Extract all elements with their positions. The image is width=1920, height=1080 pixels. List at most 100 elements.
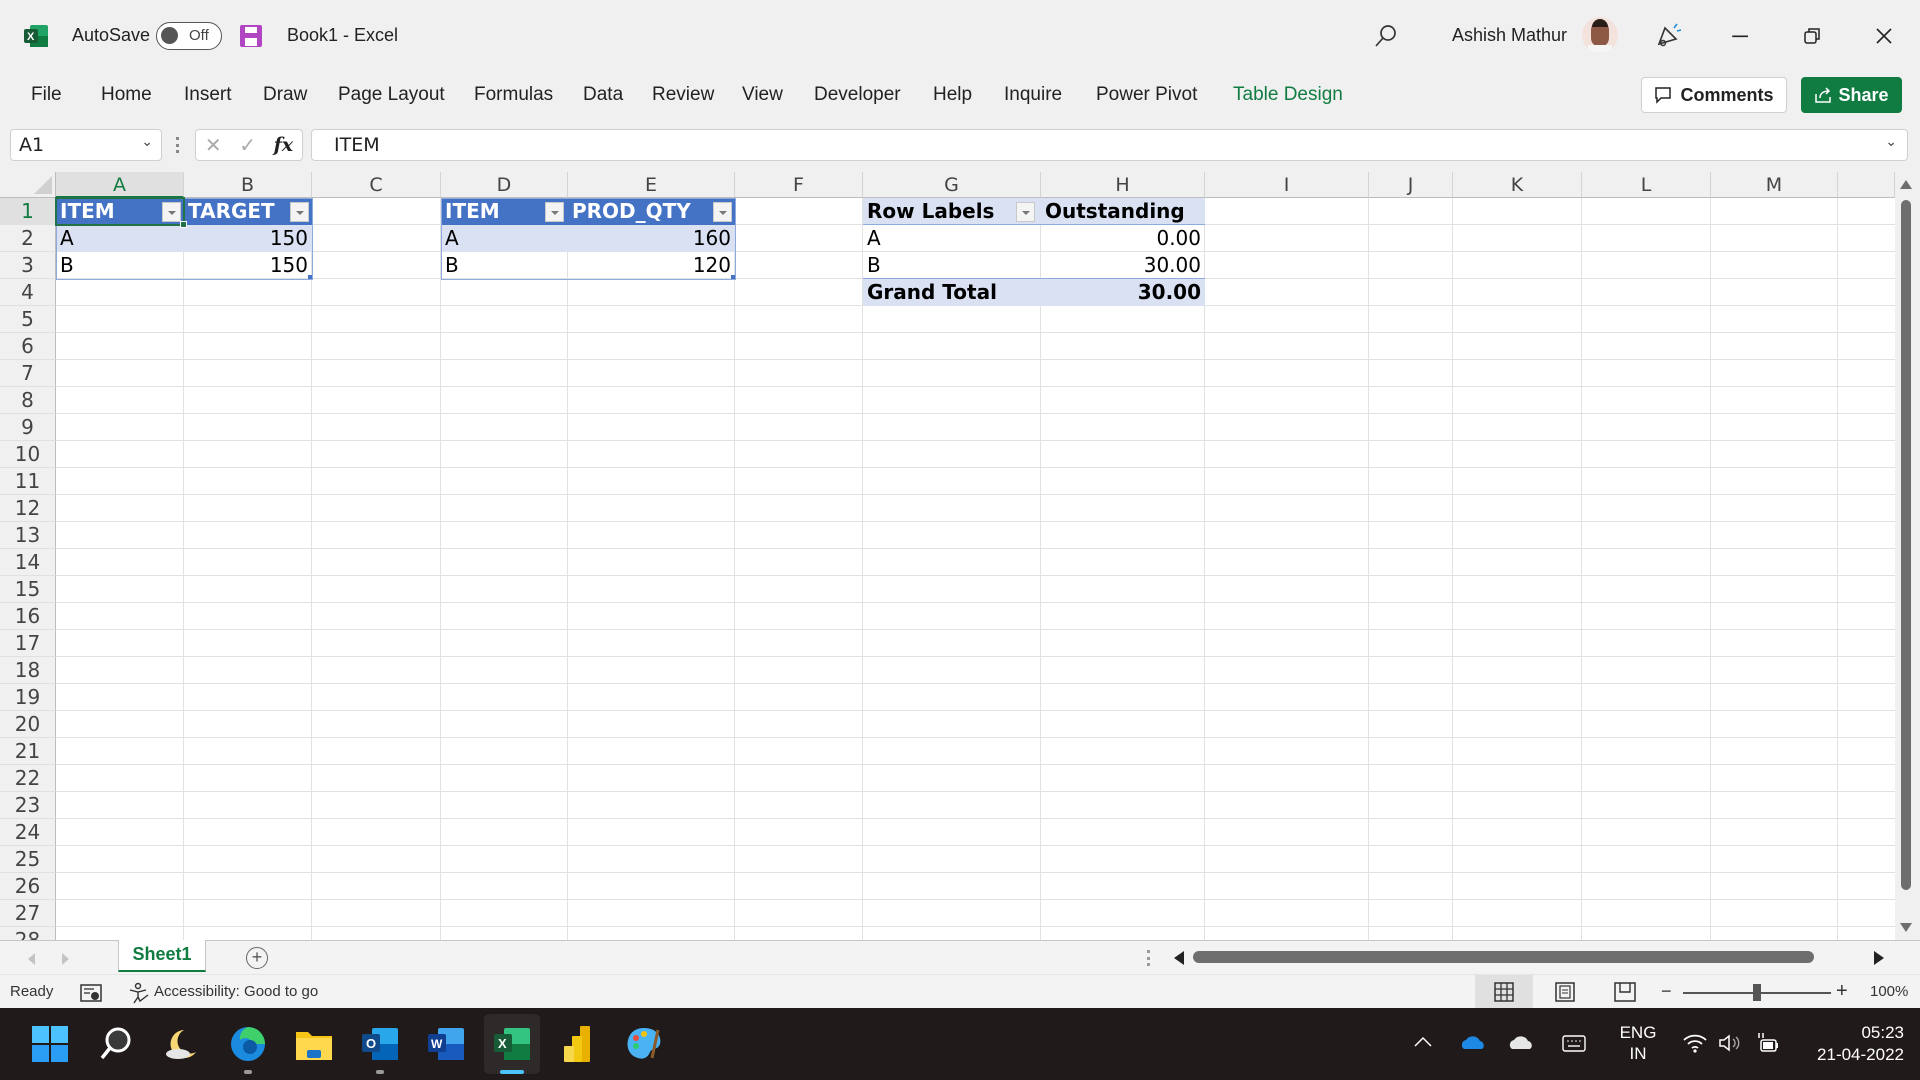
pivot-value[interactable]: 30.00 — [1041, 252, 1205, 279]
cancel-icon[interactable]: ✕ — [205, 133, 222, 158]
row-header-14[interactable]: 14 — [0, 549, 56, 576]
vertical-scrollbar[interactable] — [1895, 172, 1920, 940]
prev-sheet-icon[interactable] — [28, 953, 35, 965]
column-header-c[interactable]: C — [312, 172, 441, 198]
restore-button[interactable] — [1789, 14, 1835, 58]
tab-help[interactable]: Help — [933, 84, 972, 106]
row-header-8[interactable]: 8 — [0, 387, 56, 414]
tab-view[interactable]: View — [742, 84, 783, 106]
row-header-4[interactable]: 4 — [0, 279, 56, 306]
tab-page-layout[interactable]: Page Layout — [338, 84, 445, 106]
tab-formulas[interactable]: Formulas — [474, 84, 553, 106]
column-header-g[interactable]: G — [863, 172, 1041, 198]
save-icon[interactable] — [239, 24, 263, 48]
row-header-19[interactable]: 19 — [0, 684, 56, 711]
row-header-9[interactable]: 9 — [0, 414, 56, 441]
start-icon[interactable] — [30, 1024, 70, 1064]
pivot-grand-total-value[interactable]: 30.00 — [1041, 279, 1205, 306]
scroll-down-icon[interactable] — [1900, 923, 1912, 932]
show-hidden-icons-icon[interactable] — [1414, 1036, 1432, 1048]
row-header-28[interactable]: 28 — [0, 927, 56, 940]
row-header-10[interactable]: 10 — [0, 441, 56, 468]
enter-icon[interactable]: ✓ — [239, 133, 256, 158]
chevron-down-icon[interactable]: ⌄ — [141, 134, 153, 150]
tab-data[interactable]: Data — [583, 84, 623, 106]
column-header-n[interactable] — [1838, 172, 1895, 198]
tab-home[interactable]: Home — [101, 84, 152, 106]
filter-dropdown-icon[interactable] — [713, 202, 732, 222]
tab-draw[interactable]: Draw — [263, 84, 307, 106]
row-header-18[interactable]: 18 — [0, 657, 56, 684]
column-header-f[interactable]: F — [735, 172, 863, 198]
file-explorer-icon[interactable] — [294, 1024, 334, 1064]
table2-header-prod-qty[interactable]: PROD_QTY — [568, 198, 735, 225]
row-header-12[interactable]: 12 — [0, 495, 56, 522]
row-header-5[interactable]: 5 — [0, 306, 56, 333]
column-header-a[interactable]: A — [56, 172, 184, 198]
pivot-value[interactable]: 0.00 — [1041, 225, 1205, 252]
row-header-24[interactable]: 24 — [0, 819, 56, 846]
tab-inquire[interactable]: Inquire — [1004, 84, 1062, 106]
tab-table-design[interactable]: Table Design — [1233, 84, 1343, 106]
table2-cell[interactable]: 120 — [568, 252, 735, 279]
tab-file[interactable]: File — [31, 84, 62, 106]
name-box[interactable]: A1 ⌄ — [10, 129, 162, 161]
table-resize-handle[interactable] — [731, 275, 735, 279]
column-header-e[interactable]: E — [568, 172, 735, 198]
next-sheet-icon[interactable] — [62, 953, 69, 965]
row-header-11[interactable]: 11 — [0, 468, 56, 495]
table-resize-handle[interactable] — [308, 275, 312, 279]
row-header-2[interactable]: 2 — [0, 225, 56, 252]
expand-formula-bar-icon[interactable]: ⌄ — [1885, 134, 1897, 150]
share-button[interactable]: Share — [1801, 77, 1902, 113]
table1-cell[interactable]: B — [56, 252, 184, 279]
volume-icon[interactable] — [1718, 1033, 1744, 1053]
search-icon[interactable] — [96, 1024, 136, 1064]
sheet-tab-sheet1[interactable]: Sheet1 — [118, 940, 206, 972]
wifi-icon[interactable] — [1682, 1033, 1708, 1053]
row-header-3[interactable]: 3 — [0, 252, 56, 279]
formula-input[interactable]: ITEM ⌄ — [311, 129, 1908, 161]
table2-cell[interactable]: 160 — [568, 225, 735, 252]
pivot-row-label[interactable]: B — [863, 252, 1041, 279]
formula-bar-grip[interactable] — [176, 137, 180, 153]
onedrive-personal-icon[interactable] — [1508, 1034, 1534, 1050]
column-header-h[interactable]: H — [1041, 172, 1205, 198]
battery-charging-icon[interactable] — [1754, 1032, 1780, 1054]
close-button[interactable] — [1861, 14, 1907, 58]
tab-developer[interactable]: Developer — [814, 84, 901, 106]
row-header-25[interactable]: 25 — [0, 846, 56, 873]
row-header-7[interactable]: 7 — [0, 360, 56, 387]
zoom-slider-thumb[interactable] — [1753, 984, 1761, 1001]
search-icon[interactable] — [1374, 24, 1398, 48]
tab-review[interactable]: Review — [652, 84, 714, 106]
row-header-21[interactable]: 21 — [0, 738, 56, 765]
row-header-1[interactable]: 1 — [0, 198, 56, 225]
row-header-15[interactable]: 15 — [0, 576, 56, 603]
keyboard-icon[interactable] — [1562, 1035, 1586, 1052]
insert-function-button[interactable]: fx — [274, 134, 294, 156]
filter-dropdown-icon[interactable] — [162, 202, 181, 222]
table1-cell[interactable]: 150 — [184, 225, 312, 252]
filter-dropdown-icon[interactable] — [290, 202, 309, 222]
pivot-filter-dropdown-icon[interactable] — [1016, 202, 1035, 222]
page-break-view-button[interactable] — [1596, 975, 1654, 1009]
column-header-k[interactable]: K — [1453, 172, 1582, 198]
zoom-level[interactable]: 100% — [1870, 983, 1908, 1000]
avatar[interactable] — [1582, 17, 1618, 53]
pivot-row-label[interactable]: A — [863, 225, 1041, 252]
paint-icon[interactable] — [624, 1024, 664, 1064]
weather-icon[interactable] — [162, 1024, 202, 1064]
filter-dropdown-icon[interactable] — [545, 202, 564, 222]
pivot-grand-total-label[interactable]: Grand Total — [863, 279, 1041, 306]
row-header-6[interactable]: 6 — [0, 333, 56, 360]
zoom-out-button[interactable]: − — [1661, 981, 1672, 1002]
excel-icon[interactable]: X — [492, 1024, 532, 1064]
coauthoring-icon[interactable] — [1656, 22, 1682, 48]
zoom-in-button[interactable]: + — [1836, 980, 1848, 1003]
worksheet-grid[interactable]: ABCDEFGHIJKLM 1 2 3 4 5 6 7 8 9 10 11 12 13 14 15 16 17 1… — [0, 172, 1900, 940]
scroll-right-icon[interactable] — [1874, 951, 1884, 965]
minimize-button[interactable]: ─ — [1717, 14, 1763, 58]
macro-recording-icon[interactable] — [80, 983, 102, 1003]
table2-cell[interactable]: A — [441, 225, 568, 252]
